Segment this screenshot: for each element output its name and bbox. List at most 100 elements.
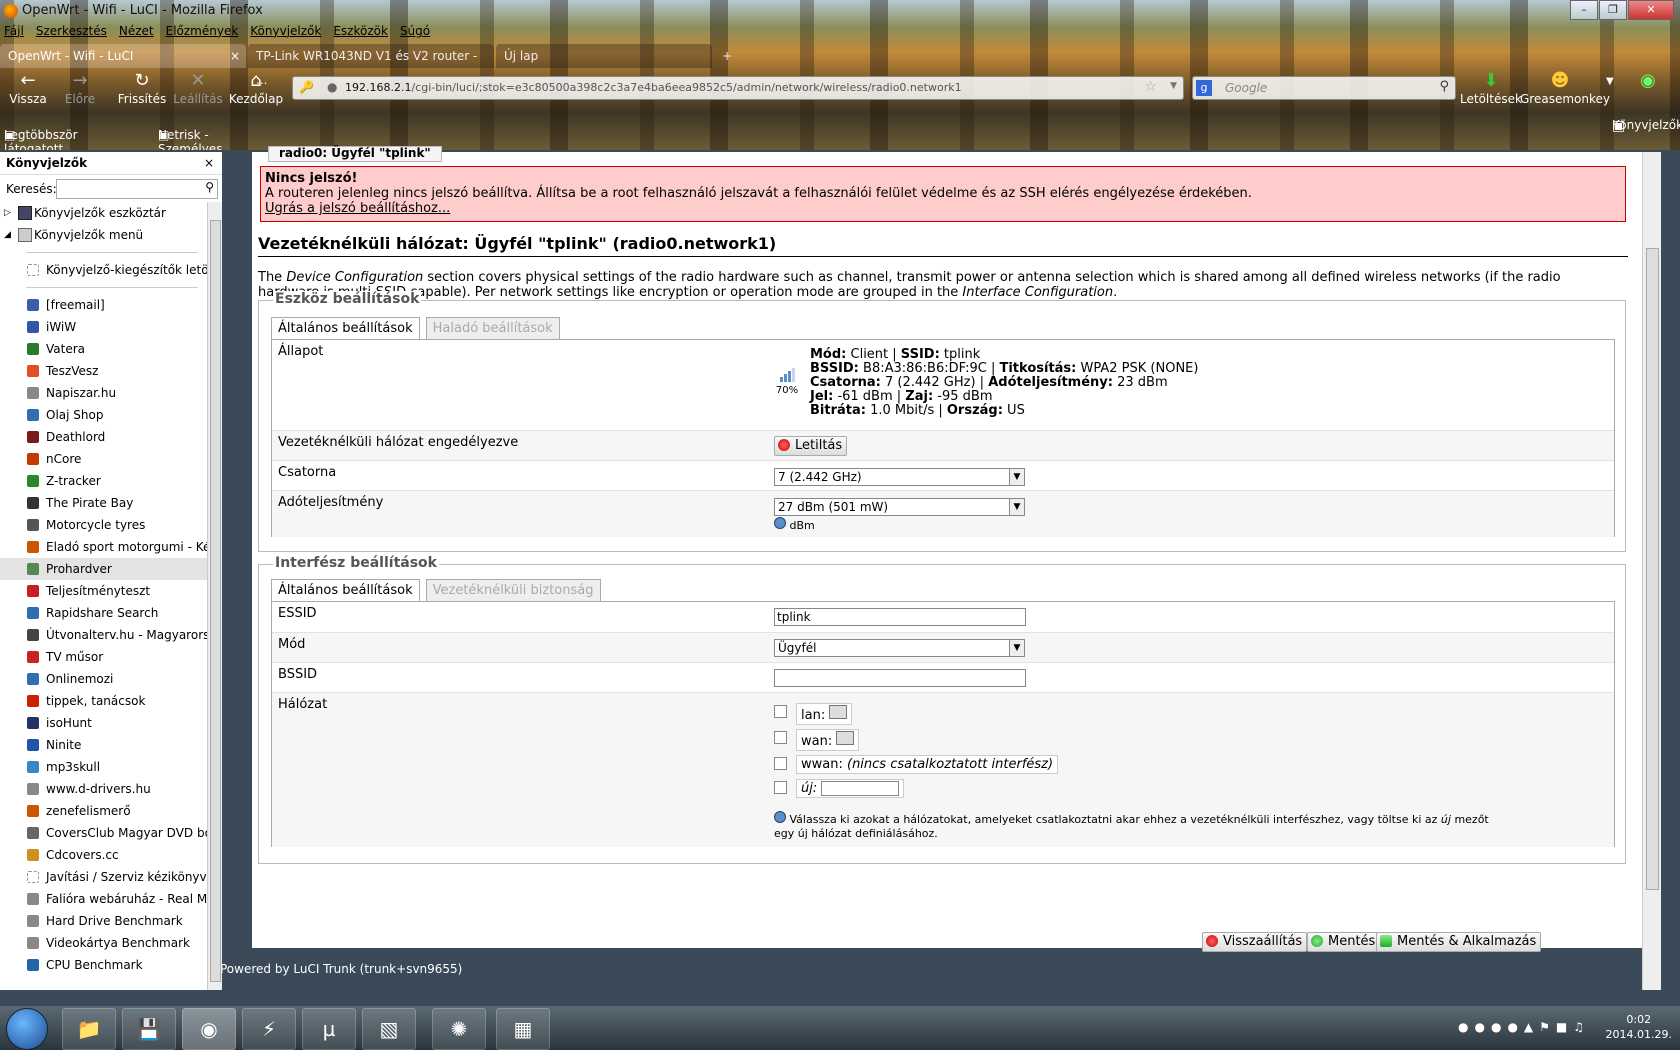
- tab-general-settings[interactable]: Általános beállítások: [271, 579, 420, 602]
- bookmark-item[interactable]: Hard Drive Benchmark: [0, 910, 208, 932]
- expand-arrow-icon[interactable]: ▷: [4, 202, 11, 224]
- search-icon[interactable]: ⚲: [1439, 79, 1449, 94]
- bookmark-item[interactable]: The Pirate Bay: [0, 492, 208, 514]
- disable-button[interactable]: Letiltás: [774, 436, 848, 456]
- txpower-select[interactable]: 27 dBm (501 mW) ▼: [774, 498, 1025, 516]
- new-network-checkbox[interactable]: [774, 781, 787, 794]
- bookmark-item[interactable]: [freemail]: [0, 294, 208, 316]
- bookmark-item[interactable]: Olaj Shop: [0, 404, 208, 426]
- downloads-button[interactable]: ⬇ Letöltések: [1456, 70, 1526, 106]
- tab-openwrt[interactable]: OpenWrt - Wifi - LuCI ×: [0, 44, 246, 68]
- new-tab-button[interactable]: +: [714, 44, 744, 68]
- bookmark-item[interactable]: Cdcovers.cc: [0, 844, 208, 866]
- menu-edit[interactable]: Szerkesztés: [36, 24, 107, 38]
- tab-advanced-settings[interactable]: Haladó beállítások: [425, 317, 560, 340]
- bookmark-item[interactable]: Eladó sport motorgumi - Ké...: [0, 536, 208, 558]
- bookmark-item[interactable]: CPU Benchmark: [0, 954, 208, 976]
- save-button[interactable]: Mentés: [1307, 932, 1381, 952]
- new-network-input[interactable]: [821, 781, 900, 796]
- bookmark-item[interactable]: mp3skull: [0, 756, 208, 778]
- firefox-taskbar-icon[interactable]: ◉: [182, 1008, 236, 1050]
- collapse-arrow-icon[interactable]: ◢: [4, 224, 11, 246]
- wwan-checkbox[interactable]: [774, 757, 787, 770]
- menu-tools[interactable]: Eszközök: [333, 24, 388, 38]
- bookmark-item[interactable]: Javítási / Szerviz kézikönyvek...: [0, 866, 208, 888]
- bookmark-item[interactable]: TeszVesz: [0, 360, 208, 382]
- close-window-button[interactable]: ✕: [1628, 0, 1674, 20]
- bookmark-item[interactable]: Rapidshare Search: [0, 602, 208, 624]
- stop-button[interactable]: ✕ Leállítás: [170, 70, 226, 106]
- save-apply-button[interactable]: Mentés & Alkalmazás: [1376, 932, 1542, 952]
- bookmark-item[interactable]: Prohardver: [0, 558, 208, 580]
- app-taskbar-icon[interactable]: ✺: [432, 1008, 486, 1050]
- window-taskbar-icon[interactable]: ▦: [496, 1008, 550, 1050]
- bookmark-item[interactable]: Könyvjelző-kiegészítők letölt...: [0, 259, 208, 281]
- bookmark-item[interactable]: Onlinemozi: [0, 668, 208, 690]
- star-icon[interactable]: ☆: [1144, 79, 1157, 95]
- terminal-taskbar-icon[interactable]: ▧: [362, 1008, 416, 1050]
- bssid-input[interactable]: [774, 669, 1026, 687]
- greasemonkey-button[interactable]: ☻ Greasemonkey: [1520, 70, 1610, 106]
- menu-help[interactable]: Súgó: [400, 24, 430, 38]
- sidebar-splitter[interactable]: [222, 152, 252, 990]
- bookmark-item[interactable]: Videokártya Benchmark: [0, 932, 208, 954]
- dropdown-arrow-icon[interactable]: ▼: [1170, 81, 1177, 91]
- bookmark-item[interactable]: iWiW: [0, 316, 208, 338]
- bookmark-item[interactable]: nCore: [0, 448, 208, 470]
- scroll-thumb[interactable]: [210, 220, 221, 982]
- bookmark-item[interactable]: Ninite: [0, 734, 208, 756]
- essid-input[interactable]: tplink: [774, 608, 1026, 626]
- bookmark-item[interactable]: Napiszar.hu: [0, 382, 208, 404]
- bookmark-item[interactable]: TV műsor: [0, 646, 208, 668]
- bookmark-item[interactable]: Útvonalterv.hu - Magyarorsz...: [0, 624, 208, 646]
- reload-button[interactable]: ↻ Frissítés: [114, 70, 170, 106]
- scroll-thumb[interactable]: [1646, 248, 1659, 890]
- menu-history[interactable]: Előzmények: [166, 24, 239, 38]
- bookmark-item[interactable]: Deathlord: [0, 426, 208, 448]
- bookmark-item[interactable]: tippek, tanácsok: [0, 690, 208, 712]
- start-button[interactable]: [6, 1008, 48, 1050]
- menu-view[interactable]: Nézet: [119, 24, 154, 38]
- bookmark-item[interactable]: CoversClub Magyar DVD bo...: [0, 822, 208, 844]
- menu-bookmarks[interactable]: Könyvjelzők: [250, 24, 321, 38]
- url-bar[interactable]: 🔑 ● 192.168.2.1/cgi-bin/luci/;stok=e3c80…: [292, 76, 1184, 100]
- utorrent-taskbar-icon[interactable]: µ: [302, 1008, 356, 1050]
- tray-icons[interactable]: ●●●●▲⚑■♫: [1458, 1020, 1590, 1034]
- home-button[interactable]: ⌂ Kezdőlap: [228, 70, 284, 106]
- back-button[interactable]: ← Vissza: [0, 70, 56, 106]
- bookmark-item[interactable]: Z-tracker: [0, 470, 208, 492]
- addon-icon[interactable]: ◉: [1640, 70, 1656, 91]
- bookmark-item[interactable]: Motorcycle tyres: [0, 514, 208, 536]
- close-tab-icon[interactable]: ×: [230, 44, 240, 68]
- search-bar[interactable]: g Google ⚲: [1192, 76, 1456, 100]
- set-password-link[interactable]: Ugrás a jelszó beállításhoz...: [265, 201, 450, 216]
- save-taskbar-icon[interactable]: 💾: [122, 1008, 176, 1050]
- wan-checkbox[interactable]: [774, 731, 787, 744]
- clock[interactable]: 0:02 2014.01.29.: [1606, 1012, 1672, 1042]
- page-scrollbar[interactable]: [1642, 152, 1661, 990]
- tab-tplink[interactable]: TP-Link WR1043ND V1 és V2 router - ...: [248, 44, 494, 87]
- sidebar-search-input[interactable]: ⚲: [56, 179, 218, 199]
- bookmark-item[interactable]: isoHunt: [0, 712, 208, 734]
- bookmark-item[interactable]: Teljesítményteszt: [0, 580, 208, 602]
- bookmark-item[interactable]: Falióra webáruház - Real Ma...: [0, 888, 208, 910]
- minimize-button[interactable]: –: [1570, 0, 1598, 20]
- bookmark-item[interactable]: Vatera: [0, 338, 208, 360]
- mode-select[interactable]: Ügyfél ▼: [774, 639, 1025, 657]
- menu-dropdown-icon[interactable]: ▼: [1606, 76, 1614, 87]
- forward-button[interactable]: → Előre: [52, 70, 108, 106]
- folder-menu[interactable]: ◢ Könyvjelzők menü: [0, 224, 208, 246]
- tab-new[interactable]: Új lap: [496, 44, 712, 68]
- reset-button[interactable]: Visszaállítás: [1202, 932, 1308, 952]
- bookmark-item[interactable]: zenefelismerő: [0, 800, 208, 822]
- explorer-taskbar-icon[interactable]: 📁: [62, 1008, 116, 1050]
- maximize-button[interactable]: ❐: [1599, 0, 1627, 20]
- sidebar-scrollbar[interactable]: [207, 202, 222, 990]
- folder-toolbar[interactable]: ▷ Könyvjelzők eszköztár: [0, 202, 208, 224]
- channel-select[interactable]: 7 (2.442 GHz) ▼: [774, 468, 1025, 486]
- menu-file[interactable]: Fájl: [4, 24, 24, 38]
- lan-checkbox[interactable]: [774, 705, 787, 718]
- tab-wireless-security[interactable]: Vezetéknélküli biztonság: [425, 579, 601, 602]
- winamp-taskbar-icon[interactable]: ⚡: [242, 1008, 296, 1050]
- google-icon[interactable]: g: [1196, 80, 1212, 96]
